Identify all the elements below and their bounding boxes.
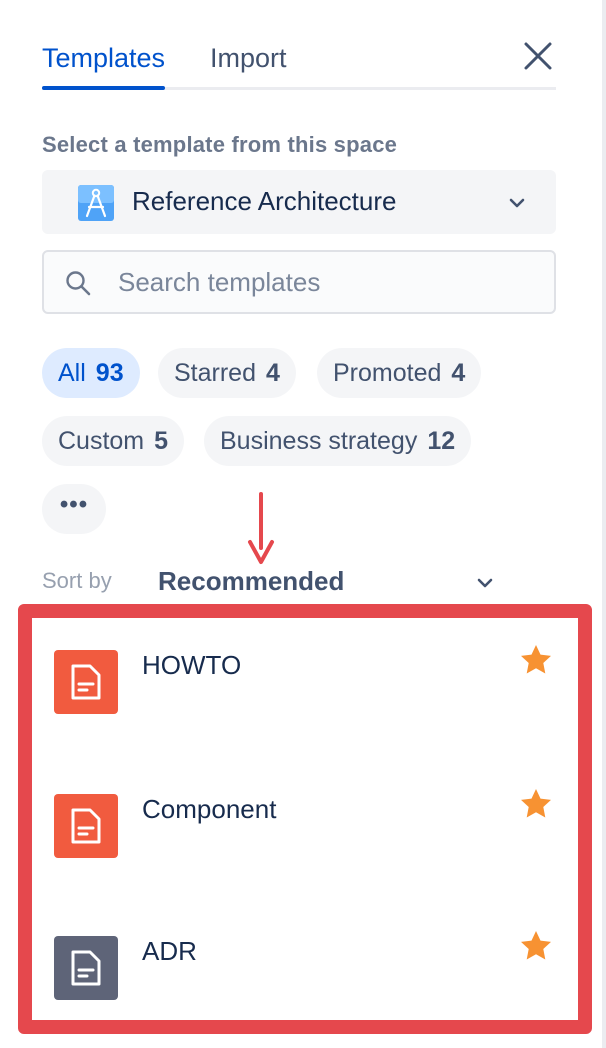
tab-templates[interactable]: Templates bbox=[42, 40, 166, 90]
star-icon[interactable] bbox=[518, 786, 554, 822]
sort-value: Recommended bbox=[158, 566, 345, 596]
template-title: HOWTO bbox=[142, 650, 242, 680]
filter-chip-starred[interactable]: Starred 4 bbox=[158, 348, 296, 398]
document-icon bbox=[54, 936, 118, 1000]
tab-import[interactable]: Import bbox=[210, 40, 287, 90]
sort-select[interactable]: Recommended bbox=[158, 560, 502, 604]
space-select-label: Select a template from this space bbox=[42, 132, 398, 157]
filter-chip-business-strategy[interactable]: Business strategy 12 bbox=[204, 416, 472, 466]
space-select-value: Reference Architecture bbox=[132, 186, 397, 216]
filter-chip-label: All bbox=[58, 359, 86, 387]
active-tab-underline bbox=[42, 86, 166, 90]
filter-chip-label: Promoted bbox=[333, 359, 442, 387]
filter-chip-count: 12 bbox=[427, 427, 456, 455]
close-button[interactable] bbox=[520, 38, 556, 74]
star-icon[interactable] bbox=[518, 928, 554, 964]
template-item-component[interactable]: Component bbox=[32, 762, 578, 892]
filter-chip-count: 93 bbox=[95, 359, 124, 387]
close-icon bbox=[524, 42, 552, 70]
sort-label: Sort by bbox=[42, 568, 112, 593]
filter-chip-count: 4 bbox=[265, 359, 280, 387]
filter-chip-promoted[interactable]: Promoted 4 bbox=[317, 348, 482, 398]
template-item-adr[interactable]: ADR bbox=[32, 904, 578, 1034]
annotation-arrow bbox=[248, 492, 274, 564]
filter-chip-count: 5 bbox=[154, 427, 169, 455]
filter-chip-count: 4 bbox=[451, 359, 466, 387]
template-item-howto[interactable]: HOWTO bbox=[32, 618, 578, 748]
more-icon: ••• bbox=[59, 491, 89, 518]
filter-chip-custom[interactable]: Custom 5 bbox=[42, 416, 185, 466]
filter-chip-all[interactable]: All 93 bbox=[42, 348, 140, 398]
filter-chip-label: Business strategy bbox=[220, 427, 418, 455]
template-title: Component bbox=[142, 794, 277, 824]
document-icon bbox=[54, 794, 118, 858]
compass-icon bbox=[78, 185, 114, 221]
panel-edge bbox=[602, 0, 606, 1048]
document-icon bbox=[54, 650, 118, 714]
filter-chip-label: Custom bbox=[58, 427, 145, 455]
search-input[interactable] bbox=[118, 262, 538, 302]
tab-import-label: Import bbox=[210, 43, 287, 73]
chevron-down-icon bbox=[477, 578, 493, 588]
tab-bar: Templates Import bbox=[42, 40, 556, 90]
template-title: ADR bbox=[142, 936, 197, 966]
space-select[interactable]: Reference Architecture bbox=[42, 170, 556, 234]
search-icon bbox=[66, 271, 91, 296]
template-list: HOWTO Component ADR bbox=[32, 618, 578, 1020]
tab-templates-label: Templates bbox=[42, 43, 166, 73]
more-filters-button[interactable]: ••• bbox=[42, 484, 106, 534]
star-icon[interactable] bbox=[518, 642, 554, 678]
filter-chip-label: Starred bbox=[174, 359, 256, 387]
search-field bbox=[42, 250, 556, 314]
chevron-down-icon bbox=[509, 198, 525, 208]
